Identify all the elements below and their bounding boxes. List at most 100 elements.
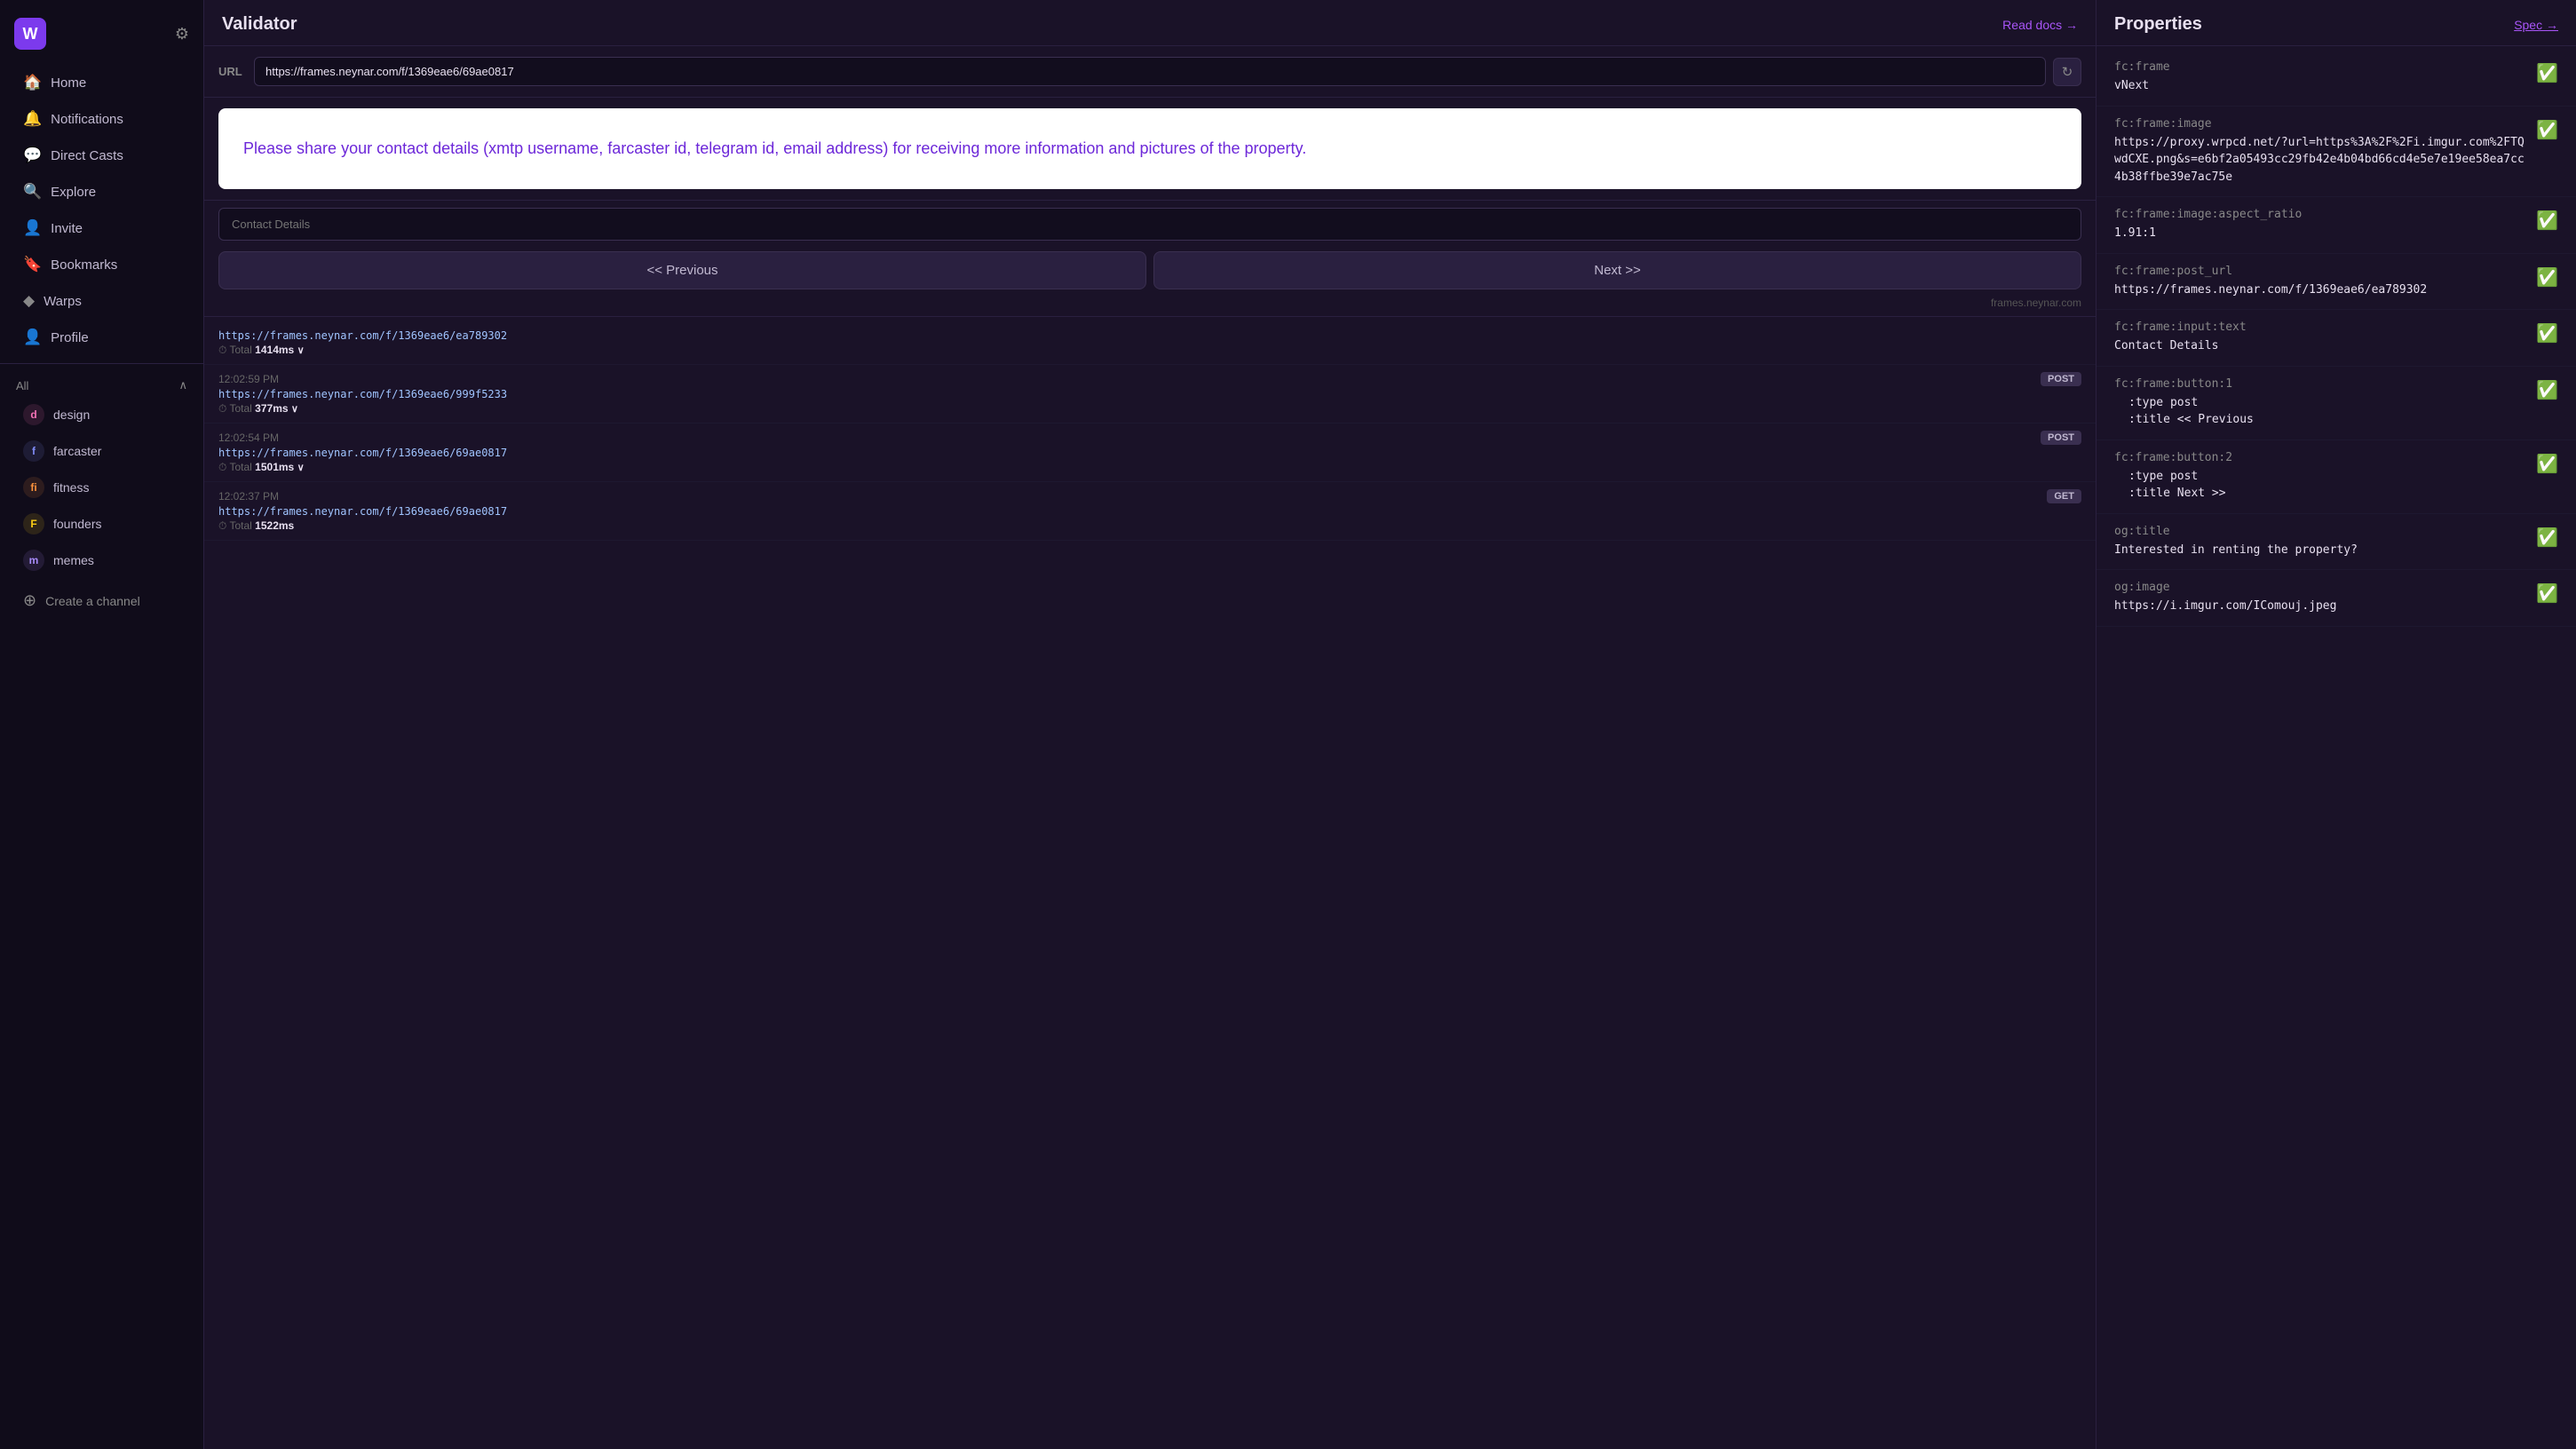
sidebar-item-warps[interactable]: ◆Warps bbox=[7, 283, 196, 319]
collapse-icon[interactable]: ∧ bbox=[178, 378, 187, 392]
channel-item-memes[interactable]: mmemes bbox=[7, 542, 196, 578]
valid-icon: ✅ bbox=[2536, 582, 2558, 605]
validator-title: Validator bbox=[222, 14, 297, 35]
validator-header: Validator Read docs → bbox=[204, 0, 2096, 46]
log-item: 12:02:59 PMPOSThttps://frames.neynar.com… bbox=[204, 365, 2096, 424]
section-header: All ∧ bbox=[0, 371, 203, 396]
channel-item-design[interactable]: ddesign bbox=[7, 397, 196, 432]
prop-key: fc:frame:image bbox=[2114, 117, 2525, 131]
log-url: https://frames.neynar.com/f/1369eae6/69a… bbox=[218, 505, 2081, 518]
channel-item-farcaster[interactable]: ffarcaster bbox=[7, 433, 196, 469]
main-content: Validator Read docs → URL ↻ Please share… bbox=[204, 0, 2576, 1449]
frame-image-text: Please share your contact details (xmtp … bbox=[243, 137, 2057, 161]
prop-value-text: Interested in renting the property? bbox=[2114, 543, 2358, 557]
channel-label: fitness bbox=[53, 480, 89, 495]
spec-link[interactable]: Spec → bbox=[2514, 18, 2558, 32]
property-item: og:image https://i.imgur.com/IComouj.jpe… bbox=[2096, 570, 2576, 627]
prop-value: Interested in renting the property? bbox=[2114, 542, 2525, 559]
log-total: ⏱ Total 377ms ∨ bbox=[218, 402, 2081, 416]
valid-icon: ✅ bbox=[2536, 266, 2558, 289]
channel-avatar: f bbox=[23, 440, 44, 462]
prop-key: fc:frame:button:2 bbox=[2114, 451, 2525, 464]
log-item: https://frames.neynar.com/f/1369eae6/ea7… bbox=[204, 321, 2096, 365]
log-time: 12:02:37 PM bbox=[218, 490, 279, 503]
log-time: 12:02:59 PM bbox=[218, 373, 279, 385]
url-input[interactable] bbox=[254, 57, 2046, 86]
log-url: https://frames.neynar.com/f/1369eae6/ea7… bbox=[218, 329, 2081, 342]
property-item: fc:frame:image https://proxy.wrpcd.net/?… bbox=[2096, 107, 2576, 198]
valid-icon: ✅ bbox=[2536, 62, 2558, 84]
gear-icon[interactable]: ⚙ bbox=[175, 25, 189, 44]
direct-casts-icon: 💬 bbox=[23, 146, 42, 164]
log-item: 12:02:54 PMPOSThttps://frames.neynar.com… bbox=[204, 424, 2096, 482]
sidebar-item-invite[interactable]: 👤Invite bbox=[7, 210, 196, 246]
valid-icon: ✅ bbox=[2536, 210, 2558, 232]
sidebar-item-label: Home bbox=[51, 75, 86, 91]
sidebar-item-bookmarks[interactable]: 🔖 Bookmarks bbox=[7, 247, 196, 282]
prop-value: https://proxy.wrpcd.net/?url=https%3A%2F… bbox=[2114, 134, 2525, 186]
log-expand[interactable]: ∨ bbox=[297, 463, 305, 473]
log-area: https://frames.neynar.com/f/1369eae6/ea7… bbox=[204, 316, 2096, 1449]
property-item: fc:frame:button:1 :type post :title << P… bbox=[2096, 367, 2576, 440]
frame-preview-area: Please share your contact details (xmtp … bbox=[204, 98, 2096, 201]
sidebar-item-notifications[interactable]: 🔔Notifications bbox=[7, 101, 196, 137]
channel-avatar: fi bbox=[23, 477, 44, 498]
channel-label: memes bbox=[53, 553, 94, 567]
property-item: fc:frame vNext ✅ bbox=[2096, 50, 2576, 107]
sidebar-item-home[interactable]: 🏠Home bbox=[7, 65, 196, 100]
sidebar-item-label: Notifications bbox=[51, 112, 123, 127]
frame-image-box: Please share your contact details (xmtp … bbox=[218, 108, 2081, 189]
properties-panel: Properties Spec → fc:frame vNext ✅ fc:fr… bbox=[2096, 0, 2576, 1449]
channel-item-founders[interactable]: Ffounders bbox=[7, 506, 196, 542]
create-channel-label: Create a channel bbox=[45, 594, 140, 608]
log-badge: GET bbox=[2047, 489, 2081, 503]
log-header: 12:02:54 PMPOST bbox=[218, 431, 2081, 445]
refresh-button[interactable]: ↻ bbox=[2053, 58, 2081, 86]
prop-value-text: 1.91:1 bbox=[2114, 226, 2156, 240]
channel-item-fitness[interactable]: fi fitness bbox=[7, 470, 196, 505]
log-badge: POST bbox=[2041, 372, 2081, 386]
log-header: 12:02:37 PM GET bbox=[218, 489, 2081, 503]
prop-content: og:title Interested in renting the prope… bbox=[2114, 525, 2525, 559]
log-total: ⏱ Total 1501ms ∨ bbox=[218, 461, 2081, 474]
sidebar-item-profile[interactable]: 👤Profile bbox=[7, 320, 196, 355]
property-item: og:title Interested in renting the prope… bbox=[2096, 514, 2576, 571]
channel-label: founders bbox=[53, 517, 101, 531]
sidebar-item-label: Explore bbox=[51, 185, 96, 200]
valid-icon: ✅ bbox=[2536, 379, 2558, 401]
prop-key: og:image bbox=[2114, 581, 2525, 594]
prop-value: Contact Details bbox=[2114, 337, 2525, 355]
prop-content: og:image https://i.imgur.com/IComouj.jpe… bbox=[2114, 581, 2525, 615]
previous-button[interactable]: << Previous bbox=[218, 251, 1146, 289]
frame-buttons: << Previous Next >> bbox=[204, 244, 2096, 293]
sidebar-item-direct-casts[interactable]: 💬Direct Casts bbox=[7, 138, 196, 173]
sidebar-item-label: Warps bbox=[44, 294, 82, 309]
prop-key: fc:frame:button:1 bbox=[2114, 377, 2525, 391]
prop-value: 1.91:1 bbox=[2114, 225, 2525, 242]
valid-icon: ✅ bbox=[2536, 527, 2558, 549]
prop-value-text: https://proxy.wrpcd.net/?url=https%3A%2F… bbox=[2114, 136, 2524, 184]
sidebar-item-explore[interactable]: 🔍Explore bbox=[7, 174, 196, 210]
prop-value: :type post :title << Previous bbox=[2114, 394, 2525, 429]
log-expand[interactable]: ∨ bbox=[291, 404, 298, 415]
sidebar-item-label: Bookmarks bbox=[51, 257, 117, 273]
create-channel-button[interactable]: ⊕ Create a channel bbox=[7, 582, 196, 619]
prop-value: vNext bbox=[2114, 77, 2525, 95]
next-button[interactable]: Next >> bbox=[1153, 251, 2081, 289]
log-time: 12:02:54 PM bbox=[218, 432, 279, 444]
section-all-label: All bbox=[16, 379, 28, 392]
prop-content: fc:frame:input:text Contact Details bbox=[2114, 321, 2525, 355]
bookmarks-icon: 🔖 bbox=[23, 256, 42, 273]
logo[interactable]: W bbox=[14, 18, 46, 50]
log-item: 12:02:37 PM GET https://frames.neynar.com/… bbox=[204, 482, 2096, 541]
properties-list: fc:frame vNext ✅ fc:frame:image https://… bbox=[2096, 46, 2576, 1449]
channel-label: design bbox=[53, 408, 90, 422]
log-expand[interactable]: ∨ bbox=[297, 345, 305, 356]
prop-content: fc:frame:post_url https://frames.neynar.… bbox=[2114, 265, 2525, 299]
read-docs-link[interactable]: Read docs → bbox=[2002, 18, 2078, 32]
frame-contact-input[interactable] bbox=[218, 208, 2081, 241]
sidebar-divider bbox=[0, 363, 203, 364]
sidebar-logo: W ⚙ bbox=[0, 11, 203, 64]
sidebar-item-label: Profile bbox=[51, 330, 89, 345]
prop-key: fc:frame:post_url bbox=[2114, 265, 2525, 278]
